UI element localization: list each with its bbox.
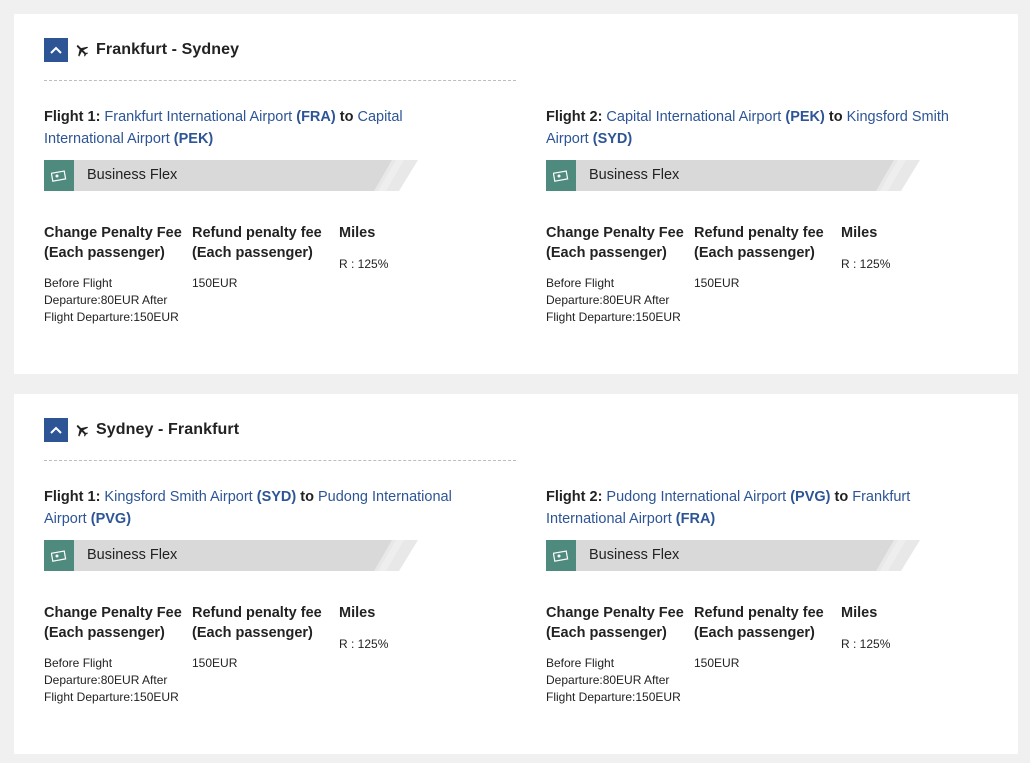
change-fee-column: Change Penalty Fee (Each passenger) Befor…	[44, 603, 184, 706]
refund-fee-column: Refund penalty fee (Each passenger) 150EU…	[694, 603, 834, 672]
fare-class-name: Business Flex	[87, 547, 178, 563]
refund-fee-column: Refund penalty fee (Each passenger) 150EU…	[694, 223, 834, 292]
flight-route-line: Flight 2: Pudong International Airport (…	[546, 489, 911, 527]
divider	[44, 80, 516, 81]
change-fee-heading: Change Penalty Fee (Each passenger)	[44, 225, 182, 261]
route-header: Sydney - Frankfurt	[44, 418, 239, 442]
origin-airport-link[interactable]: Pudong International Airport	[606, 489, 786, 505]
miles-column: Miles R : 125%	[841, 223, 941, 273]
route-header: Frankfurt - Sydney	[44, 38, 239, 62]
flight-route-line: Flight 2: Capital International Airport …	[546, 109, 949, 147]
refund-fee-heading: Refund penalty fee (Each passenger)	[192, 225, 322, 261]
change-fee-value: Before Flight Departure:80EUR After Flig…	[546, 656, 681, 704]
to-label: to	[300, 489, 314, 505]
refund-fee-value: 150EUR	[694, 656, 740, 670]
airplane-icon	[73, 41, 91, 59]
collapse-toggle-button[interactable]	[44, 38, 68, 62]
to-label: to	[339, 109, 354, 125]
origin-airport-link[interactable]: Kingsford Smith Airport	[104, 489, 252, 505]
change-fee-column: Change Penalty Fee (Each passenger) Befor…	[546, 223, 686, 326]
change-fee-value: Before Flight Departure:80EUR After Flig…	[546, 276, 681, 324]
chevron-up-icon	[50, 46, 62, 54]
miles-column: Miles R : 125%	[339, 223, 439, 273]
fare-class-bar: Business Flex	[44, 540, 418, 571]
miles-value: R : 125%	[339, 637, 389, 651]
route-card: Frankfurt - Sydney Flight 1: Frankfurt I…	[14, 14, 1018, 374]
miles-value: R : 125%	[841, 257, 891, 271]
fare-class-bar: Business Flex	[546, 160, 920, 191]
fee-info: Change Penalty Fee (Each passenger) Befor…	[546, 223, 966, 353]
change-fee-heading: Change Penalty Fee (Each passenger)	[546, 225, 684, 261]
route-title: Sydney - Frankfurt	[96, 421, 240, 438]
destination-code: (FRA)	[675, 511, 716, 527]
ticket-icon	[546, 160, 576, 191]
fare-class-name: Business Flex	[87, 167, 178, 183]
miles-value: R : 125%	[841, 637, 891, 651]
miles-heading: Miles	[339, 605, 376, 621]
origin-code: (SYD)	[256, 489, 297, 505]
flight-route-line: Flight 1: Kingsford Smith Airport (SYD) …	[44, 489, 452, 527]
flight-segment: Flight 1: Kingsford Smith Airport (SYD) …	[44, 486, 464, 733]
flight-label: Flight 1	[44, 489, 96, 505]
miles-value: R : 125%	[339, 257, 389, 271]
miles-heading: Miles	[841, 605, 878, 621]
change-fee-heading: Change Penalty Fee (Each passenger)	[546, 605, 684, 641]
refund-fee-heading: Refund penalty fee (Each passenger)	[192, 605, 322, 641]
miles-heading: Miles	[841, 225, 878, 241]
change-fee-value: Before Flight Departure:80EUR After Flig…	[44, 276, 179, 324]
divider	[44, 460, 516, 461]
flight-label: Flight 2	[546, 109, 598, 125]
flight-label: Flight 2	[546, 489, 598, 505]
miles-heading: Miles	[339, 225, 376, 241]
refund-fee-heading: Refund penalty fee (Each passenger)	[694, 225, 824, 261]
origin-code: (PVG)	[790, 489, 831, 505]
fare-class-bar: Business Flex	[546, 540, 920, 571]
refund-fee-value: 150EUR	[192, 276, 238, 290]
refund-fee-value: 150EUR	[192, 656, 238, 670]
flight-segment: Flight 2: Capital International Airport …	[546, 106, 966, 353]
fee-info: Change Penalty Fee (Each passenger) Befor…	[546, 603, 966, 733]
airplane-icon	[73, 421, 91, 439]
refund-fee-column: Refund penalty fee (Each passenger) 150EU…	[192, 603, 332, 672]
flight-segment: Flight 2: Pudong International Airport (…	[546, 486, 966, 733]
route-title: Frankfurt - Sydney	[96, 41, 240, 58]
chevron-up-icon	[50, 426, 62, 434]
origin-code: (PEK)	[785, 109, 825, 125]
refund-fee-column: Refund penalty fee (Each passenger) 150EU…	[192, 223, 332, 292]
origin-airport-link[interactable]: Capital International Airport	[606, 109, 781, 125]
origin-code: (FRA)	[296, 109, 336, 125]
flight-segment: Flight 1: Frankfurt International Airpor…	[44, 106, 464, 353]
to-label: to	[834, 489, 849, 505]
destination-code: (SYD)	[592, 131, 633, 147]
origin-airport-link[interactable]: Frankfurt International Airport	[104, 109, 292, 125]
refund-fee-heading: Refund penalty fee (Each passenger)	[694, 605, 824, 641]
collapse-toggle-button[interactable]	[44, 418, 68, 442]
destination-code: (PEK)	[173, 131, 214, 147]
change-fee-value: Before Flight Departure:80EUR After Flig…	[44, 656, 179, 704]
change-fee-column: Change Penalty Fee (Each passenger) Befor…	[44, 223, 184, 326]
fee-info: Change Penalty Fee (Each passenger) Befor…	[44, 603, 464, 733]
ticket-icon	[44, 540, 74, 571]
change-fee-column: Change Penalty Fee (Each passenger) Befor…	[546, 603, 686, 706]
fee-info: Change Penalty Fee (Each passenger) Befor…	[44, 223, 464, 353]
miles-column: Miles R : 125%	[339, 603, 439, 653]
destination-code: (PVG)	[90, 511, 132, 527]
fare-class-name: Business Flex	[589, 167, 680, 183]
flight-label: Flight 1	[44, 109, 96, 125]
refund-fee-value: 150EUR	[694, 276, 740, 290]
miles-column: Miles R : 125%	[841, 603, 941, 653]
flight-route-line: Flight 1: Frankfurt International Airpor…	[44, 109, 403, 147]
ticket-icon	[546, 540, 576, 571]
fare-class-bar: Business Flex	[44, 160, 418, 191]
fare-class-name: Business Flex	[589, 547, 680, 563]
change-fee-heading: Change Penalty Fee (Each passenger)	[44, 605, 182, 641]
ticket-icon	[44, 160, 74, 191]
route-card: Sydney - Frankfurt Flight 1: Kingsford S…	[14, 394, 1018, 754]
to-label: to	[828, 109, 843, 125]
